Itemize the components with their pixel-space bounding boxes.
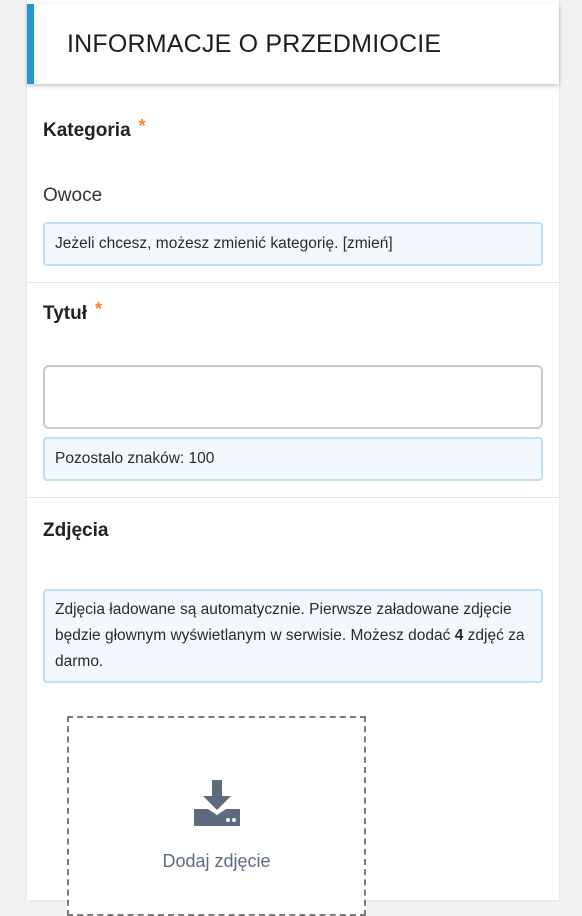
title-section: Tytuł * Pozostalo znaków: 100 xyxy=(27,283,559,498)
title-label-text: Tytuł xyxy=(43,303,87,324)
title-input[interactable] xyxy=(43,365,543,429)
add-photo-dropzone[interactable]: Dodaj zdjęcie xyxy=(67,716,366,916)
category-label: Kategoria * xyxy=(43,116,146,142)
title-char-counter-text: Pozostalo znaków: 100 xyxy=(55,450,215,467)
category-section: Kategoria * Owoce Jeżeli chcesz, możesz z… xyxy=(27,84,559,283)
photos-info-text-1: Zdjęcia ładowane są automatycznie. Pierw… xyxy=(55,601,512,644)
category-change-info[interactable]: Jeżeli chcesz, możesz zmienić kategorię.… xyxy=(43,222,543,266)
form-panel: INFORMACJE O PRZEDMIOCIE Kategoria * Owoc… xyxy=(27,0,559,916)
section-header: INFORMACJE O PRZEDMIOCIE xyxy=(27,4,559,84)
page-title: INFORMACJE O PRZEDMIOCIE xyxy=(67,29,442,58)
photos-label: Zdjęcia xyxy=(43,520,108,542)
add-photo-label[interactable]: Dodaj zdjęcie xyxy=(69,851,364,872)
category-label-text: Kategoria xyxy=(43,120,131,141)
category-change-text[interactable]: Jeżeli chcesz, możesz zmienić kategorię.… xyxy=(55,235,393,253)
photos-label-text: Zdjęcia xyxy=(43,520,109,541)
category-value: Owoce xyxy=(43,185,103,206)
required-asterisk: * xyxy=(138,116,146,136)
required-asterisk: * xyxy=(94,299,102,319)
photos-info: Zdjęcia ładowane są automatycznie. Pierw… xyxy=(43,589,543,683)
title-label: Tytuł * xyxy=(43,299,102,325)
download-tray-icon xyxy=(194,780,240,826)
title-char-counter: Pozostalo znaków: 100 xyxy=(43,437,543,481)
